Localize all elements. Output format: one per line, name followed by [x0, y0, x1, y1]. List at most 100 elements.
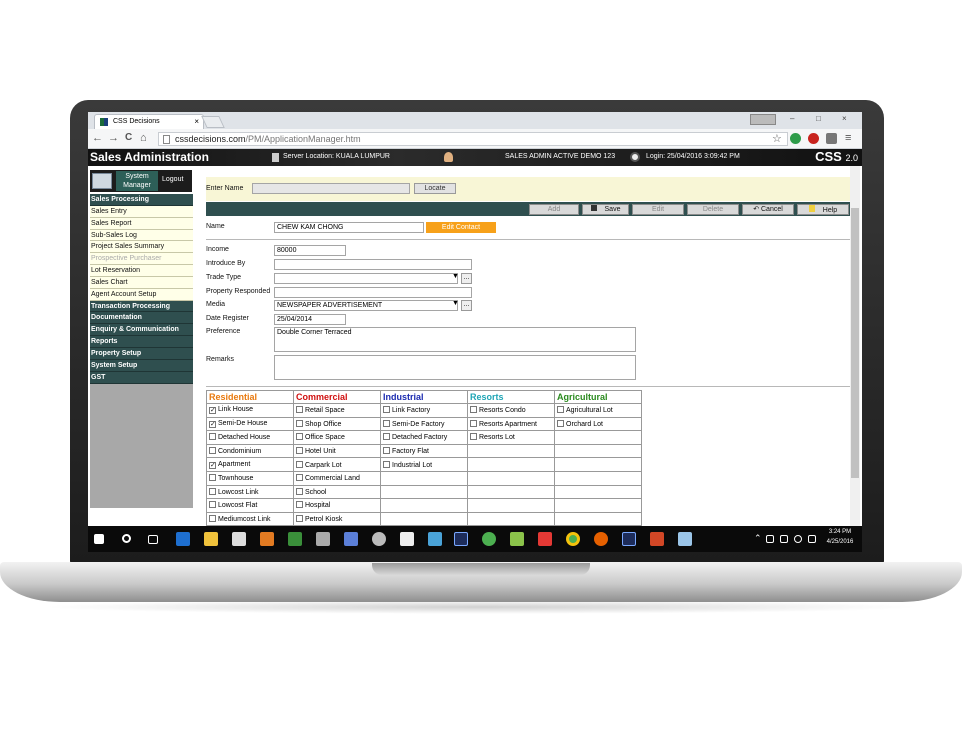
- sidebar-item[interactable]: Property Setup: [90, 347, 193, 360]
- property-type-checkbox[interactable]: [296, 474, 303, 482]
- media-select[interactable]: NEWSPAPER ADVERTISEMENT: [274, 300, 458, 311]
- sidebar-item[interactable]: Transaction Processing: [90, 300, 193, 313]
- cancel-button[interactable]: ↶ Cancel: [742, 204, 794, 215]
- address-bar[interactable]: cssdecisions.com/PM/ApplicationManager.h…: [158, 132, 788, 146]
- property-type-checkbox[interactable]: [383, 433, 390, 441]
- sidebar-item[interactable]: Documentation: [90, 312, 193, 325]
- property-type-checkbox[interactable]: [383, 447, 390, 455]
- property-type-checkbox[interactable]: [296, 447, 303, 455]
- property-type-checkbox[interactable]: [296, 487, 303, 495]
- property-type-checkbox[interactable]: [383, 419, 390, 427]
- introduce-by-input[interactable]: [274, 259, 472, 270]
- edit-button[interactable]: Edit: [632, 204, 684, 215]
- property-type-checkbox[interactable]: [209, 474, 216, 482]
- property-type-checkbox[interactable]: ✓: [209, 407, 216, 415]
- tools-icon[interactable]: [316, 532, 330, 546]
- property-type-checkbox[interactable]: [296, 460, 303, 468]
- chrome-icon[interactable]: [566, 532, 580, 546]
- income-input[interactable]: 80000: [274, 245, 346, 256]
- window-close-icon[interactable]: ×: [842, 114, 847, 123]
- taskbar-time[interactable]: 3:24 PM: [820, 529, 860, 535]
- store-icon[interactable]: [232, 532, 246, 546]
- locate-button[interactable]: Locate: [414, 183, 456, 194]
- property-type-checkbox[interactable]: ✓: [209, 420, 216, 428]
- property-type-checkbox[interactable]: [296, 515, 303, 523]
- back-icon[interactable]: ←: [92, 132, 103, 144]
- sidebar-item[interactable]: Sales Chart: [90, 276, 193, 289]
- sidebar-item[interactable]: Enquiry & Communication: [90, 324, 193, 337]
- windows-start-icon[interactable]: [94, 534, 104, 544]
- new-tab-button[interactable]: [201, 116, 225, 128]
- forward-icon[interactable]: →: [108, 132, 119, 144]
- network-icon[interactable]: [780, 535, 788, 543]
- search-icon[interactable]: [122, 534, 131, 543]
- sidebar-item[interactable]: GST: [90, 371, 193, 384]
- user-profile-icon[interactable]: [750, 114, 776, 125]
- delete-button[interactable]: Delete: [687, 204, 739, 215]
- browser-menu-icon[interactable]: ≡: [845, 132, 851, 144]
- sidebar-item[interactable]: System Setup: [90, 359, 193, 372]
- save-button[interactable]: Save: [582, 204, 629, 215]
- app-icon[interactable]: [510, 532, 524, 546]
- remarks-textarea[interactable]: [274, 355, 636, 380]
- property-type-checkbox[interactable]: [209, 487, 216, 495]
- adblock-icon[interactable]: [808, 133, 819, 144]
- notes-icon[interactable]: [428, 532, 442, 546]
- edit-contact-button[interactable]: Edit Contact: [426, 222, 496, 233]
- minimize-icon[interactable]: –: [790, 114, 794, 123]
- sidebar-item[interactable]: Reports: [90, 336, 193, 348]
- property-type-checkbox[interactable]: [209, 447, 216, 455]
- media-player-icon[interactable]: [372, 532, 386, 546]
- xampp-icon[interactable]: [260, 532, 274, 546]
- property-type-checkbox[interactable]: [557, 406, 564, 414]
- tab-close-icon[interactable]: ×: [194, 117, 199, 126]
- sidebar-item[interactable]: Project Sales Summary: [90, 241, 193, 254]
- enter-name-input[interactable]: [252, 183, 410, 194]
- trade-type-lookup-button[interactable]: ...: [461, 273, 472, 284]
- edge-icon[interactable]: [176, 532, 190, 546]
- system-manager-icon[interactable]: [92, 173, 112, 189]
- logout-button[interactable]: Logout: [162, 176, 183, 183]
- editor-icon[interactable]: [288, 532, 302, 546]
- property-type-checkbox[interactable]: [470, 406, 477, 414]
- trade-type-select[interactable]: [274, 273, 458, 284]
- property-type-checkbox[interactable]: ✓: [209, 461, 216, 469]
- maximize-icon[interactable]: □: [816, 114, 821, 123]
- bookmark-star-icon[interactable]: ☆: [772, 132, 782, 145]
- system-manager-button[interactable]: System Manager: [116, 171, 158, 191]
- powerpoint-icon[interactable]: [650, 532, 664, 546]
- sidebar-item[interactable]: Lot Reservation: [90, 265, 193, 277]
- link-icon[interactable]: [344, 532, 358, 546]
- property-type-checkbox[interactable]: [296, 406, 303, 414]
- photoshop-icon[interactable]: [454, 532, 468, 546]
- help-button[interactable]: Help: [797, 204, 849, 215]
- calculator-icon[interactable]: [400, 532, 414, 546]
- sidebar-item[interactable]: Sub-Sales Log: [90, 229, 193, 242]
- add-button[interactable]: Add: [529, 204, 579, 215]
- file-explorer-icon[interactable]: [204, 532, 218, 546]
- extension-gray-icon[interactable]: [826, 133, 837, 144]
- name-input[interactable]: CHEW KAM CHONG: [274, 222, 424, 233]
- volume-icon[interactable]: [794, 535, 802, 543]
- image-viewer-icon[interactable]: [678, 532, 692, 546]
- task-view-icon[interactable]: [148, 535, 158, 544]
- property-type-checkbox[interactable]: [557, 419, 564, 427]
- firefox-icon[interactable]: [594, 532, 608, 546]
- extension-green-icon[interactable]: [790, 133, 801, 144]
- home-icon[interactable]: ⌂: [140, 132, 147, 144]
- date-register-input[interactable]: 25/04/2014: [274, 314, 346, 325]
- property-type-checkbox[interactable]: [383, 406, 390, 414]
- property-type-checkbox[interactable]: [470, 419, 477, 427]
- property-type-checkbox[interactable]: [209, 501, 216, 509]
- property-type-checkbox[interactable]: [209, 433, 216, 441]
- preference-textarea[interactable]: Double Corner Terraced: [274, 327, 636, 352]
- property-type-checkbox[interactable]: [383, 460, 390, 468]
- sidebar-item[interactable]: Agent Account Setup: [90, 288, 193, 301]
- reload-icon[interactable]: C: [125, 132, 132, 143]
- photoshop-icon[interactable]: [622, 532, 636, 546]
- keyboard-icon[interactable]: [808, 535, 816, 543]
- sidebar-item[interactable]: Sales Entry: [90, 205, 193, 218]
- android-icon[interactable]: [482, 532, 496, 546]
- browser-tab[interactable]: CSS Decisions ×: [94, 114, 204, 129]
- sidebar-item[interactable]: Sales Processing: [90, 194, 193, 206]
